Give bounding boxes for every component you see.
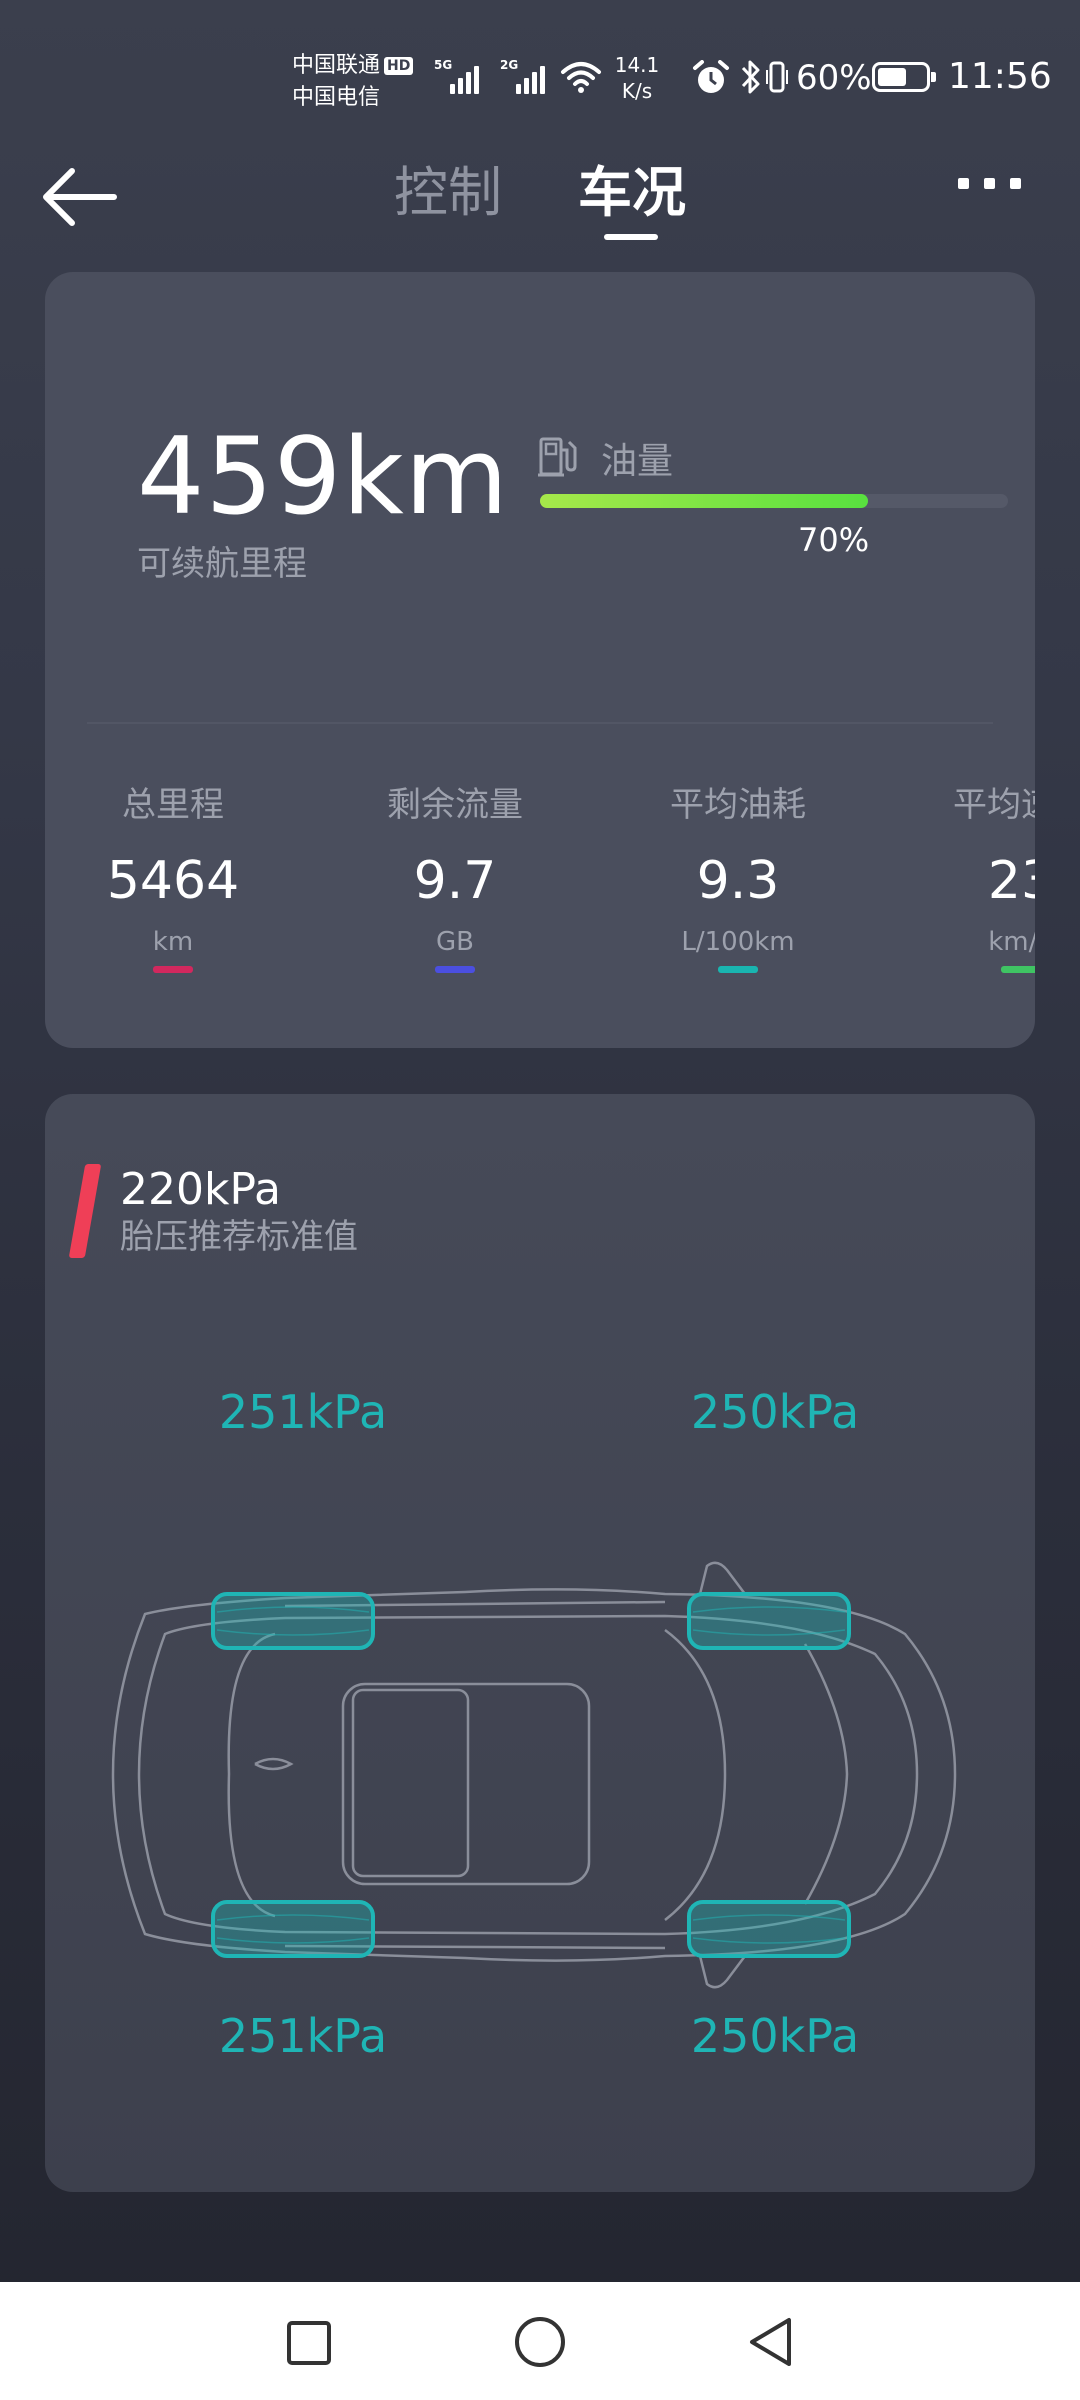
accent-bar bbox=[68, 1164, 102, 1258]
stat-value: 23 bbox=[987, 851, 1035, 911]
recent-apps-square-icon[interactable] bbox=[250, 2282, 370, 2400]
tab-vehicle-status[interactable]: 车况 bbox=[578, 160, 686, 226]
stat-color-bar bbox=[153, 966, 193, 973]
carrier-1-name: 中国联通 bbox=[292, 53, 381, 78]
signal-1-icon bbox=[450, 62, 486, 94]
stat-label: 总里程 bbox=[122, 785, 224, 825]
tab-control[interactable]: 控制 bbox=[394, 160, 502, 226]
range-value: 459km bbox=[137, 415, 509, 538]
card-divider bbox=[87, 722, 993, 724]
carrier-info: 中国联通 HD 中国电信 bbox=[292, 50, 414, 114]
fuel-level-fill bbox=[540, 494, 868, 508]
stat-unit: km bbox=[152, 927, 194, 957]
network-speed-unit: K/s bbox=[621, 79, 653, 103]
stat-avg-speed: 平均速度 23 km/h bbox=[901, 784, 1035, 973]
network-speed: 14.1 K/s bbox=[610, 52, 664, 104]
tire-front-right-icon bbox=[687, 1592, 851, 1650]
vibrate-icon bbox=[766, 61, 788, 93]
home-circle-icon[interactable] bbox=[480, 2282, 600, 2400]
recommended-pressure-label: 胎压推荐标准值 bbox=[120, 1217, 358, 1257]
tires bbox=[211, 1592, 851, 1958]
tire-rear-right-icon bbox=[687, 1900, 851, 1958]
stat-label: 平均油耗 bbox=[670, 785, 806, 825]
network-speed-value: 14.1 bbox=[614, 53, 660, 77]
stat-color-bar bbox=[1001, 966, 1035, 973]
stat-avg-fuel-consumption: 平均油耗 9.3 L/100km bbox=[618, 784, 858, 973]
tire-front-left-pressure: 251kPa bbox=[218, 1385, 388, 1439]
stat-unit: km/h bbox=[988, 927, 1035, 957]
car-top-view-diagram bbox=[111, 1561, 957, 1989]
status-bar: 中国联通 HD 中国电信 5G 2G 14.1 K/s 60% 11:56 bbox=[0, 0, 1080, 150]
system-navigation-bar bbox=[0, 2282, 1080, 2400]
carrier-2-name: 中国电信 bbox=[292, 85, 381, 110]
stat-color-bar bbox=[435, 966, 475, 973]
range-label: 可续航里程 bbox=[137, 544, 307, 584]
more-options-icon[interactable] bbox=[950, 168, 1030, 198]
stat-value: 9.7 bbox=[413, 851, 497, 911]
stat-remaining-data: 剩余流量 9.7 GB bbox=[335, 784, 575, 973]
tire-rear-left-icon bbox=[211, 1900, 375, 1958]
stat-unit: GB bbox=[436, 927, 474, 957]
alarm-icon bbox=[693, 60, 729, 93]
battery-icon bbox=[872, 62, 936, 92]
fuel-pump-icon bbox=[538, 437, 577, 477]
stat-unit: L/100km bbox=[681, 927, 795, 957]
fuel-label: 油量 bbox=[601, 441, 674, 482]
signal-2-icon bbox=[516, 62, 552, 94]
bluetooth-icon bbox=[741, 60, 760, 94]
tire-pressure-card: 220kPa 胎压推荐标准值 251kPa 250kPa 251kPa 250k… bbox=[45, 1094, 1035, 2192]
tire-front-right-pressure: 250kPa bbox=[690, 1385, 860, 1439]
status-time: 11:56 bbox=[948, 56, 1052, 97]
back-arrow-icon[interactable] bbox=[40, 162, 124, 232]
fuel-level-bar bbox=[540, 494, 1008, 508]
recommended-pressure-value: 220kPa bbox=[120, 1164, 281, 1215]
tire-front-left-icon bbox=[211, 1592, 375, 1650]
stat-total-mileage: 总里程 5464 km bbox=[53, 784, 293, 973]
wifi-icon bbox=[561, 62, 601, 93]
fuel-percent: 70% bbox=[798, 521, 870, 559]
vehicle-summary-card: 459km 可续航里程 油量 70% 总里程 5464 km 剩余流量 9.7 … bbox=[45, 272, 1035, 1048]
stat-label: 平均速度 bbox=[953, 785, 1035, 825]
stat-label: 剩余流量 bbox=[387, 785, 523, 825]
stat-value: 5464 bbox=[106, 851, 240, 911]
battery-percent: 60% bbox=[796, 58, 872, 98]
stat-value: 9.3 bbox=[696, 851, 780, 911]
active-tab-indicator bbox=[604, 234, 658, 240]
hd-badge: HD bbox=[384, 57, 414, 75]
back-triangle-icon[interactable] bbox=[710, 2282, 830, 2400]
stat-color-bar bbox=[718, 966, 758, 973]
